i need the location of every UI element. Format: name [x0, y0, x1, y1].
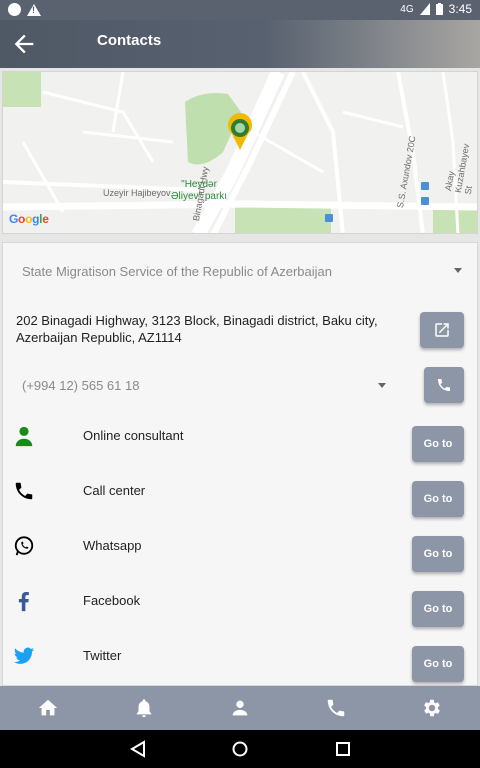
page-title: Contacts — [97, 32, 162, 49]
back-arrow-icon[interactable] — [10, 30, 38, 58]
organization-selected: State Migratison Service of the Republic… — [22, 264, 333, 279]
phone-icon — [438, 379, 450, 391]
google-logo: Google — [9, 212, 49, 226]
bell-icon[interactable] — [133, 697, 155, 719]
bottom-navigation — [0, 686, 480, 730]
phone-icon — [15, 482, 33, 500]
profile-icon[interactable] — [229, 697, 251, 719]
app-bar: Contacts — [0, 20, 480, 68]
phone-icon[interactable] — [325, 697, 347, 719]
map-view[interactable]: "Heydər Əliyev" parkı Uzeyir Hajibeyov B… — [2, 71, 478, 234]
open-map-button[interactable] — [420, 312, 464, 348]
phone-dropdown[interactable]: (+994 12) 565 61 18 — [22, 378, 390, 398]
home-icon[interactable] — [37, 697, 59, 719]
goto-facebook-button[interactable]: Go to — [412, 591, 464, 627]
goto-whatsapp-button[interactable]: Go to — [412, 536, 464, 572]
street-label: Uzeyir Hajibeyov — [103, 188, 171, 198]
twitter-icon — [13, 647, 35, 664]
goto-twitter-button[interactable]: Go to — [412, 646, 464, 682]
notification-icon — [8, 3, 21, 16]
clock: 3:45 — [448, 2, 472, 16]
channel-label-twitter: Twitter — [83, 648, 122, 663]
signal-label: 4G — [400, 3, 414, 15]
phone-selected: (+994 12) 565 61 18 — [22, 378, 140, 393]
facebook-icon — [18, 592, 29, 612]
channel-label-facebook: Facebook — [83, 593, 141, 608]
warning-icon — [27, 3, 41, 16]
status-bar: 4G 3:45 — [0, 0, 480, 20]
contacts-card — [2, 242, 478, 686]
channel-label-whatsapp: Whatsapp — [83, 538, 142, 553]
goto-call-center-button[interactable]: Go to — [412, 481, 464, 517]
address-text: 202 Binagadi Highway, 3123 Block, Binaga… — [16, 313, 378, 345]
channel-label-online-consultant: Online consultant — [83, 428, 184, 443]
system-navigation-bar — [0, 730, 480, 768]
settings-icon[interactable] — [421, 697, 443, 719]
battery-icon — [435, 3, 443, 15]
back-triangle-icon[interactable] — [129, 740, 147, 758]
recents-square-icon[interactable] — [334, 740, 352, 758]
external-link-icon — [435, 323, 449, 337]
home-circle-icon[interactable] — [231, 740, 249, 758]
channel-label-call-center: Call center — [83, 483, 146, 498]
person-icon — [15, 426, 33, 447]
whatsapp-icon — [14, 536, 34, 556]
signal-icon — [419, 3, 430, 15]
goto-online-consultant-button[interactable]: Go to — [412, 426, 464, 462]
chevron-down-icon — [378, 383, 386, 388]
call-button[interactable] — [424, 367, 464, 403]
chevron-down-icon — [454, 268, 462, 273]
organization-dropdown[interactable]: State Migratison Service of the Republic… — [22, 264, 466, 284]
